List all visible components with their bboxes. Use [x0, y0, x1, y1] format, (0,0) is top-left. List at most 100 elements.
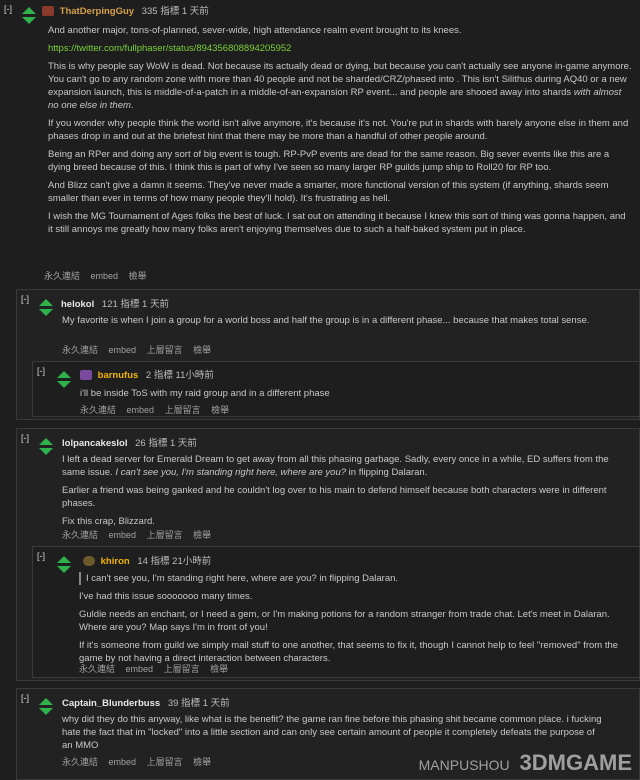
- parent-link[interactable]: 上層留言: [147, 530, 183, 540]
- embed-link[interactable]: embed: [91, 271, 119, 281]
- paragraph: If it's someone from guild we simply mai…: [79, 640, 619, 664]
- downvote-icon[interactable]: [57, 381, 71, 388]
- comment-actions: 永久連結 embed 上層留言 檢舉: [62, 344, 219, 357]
- comment-body: My favorite is when I join a group for a…: [62, 314, 622, 332]
- embed-link[interactable]: embed: [109, 757, 137, 767]
- paragraph: Guldie needs an enchant, or I need a gem…: [79, 609, 610, 633]
- comment-header: khiron 14 指標 21小時前: [83, 555, 211, 568]
- paragraph: I've had this issue sooooooo many times.: [79, 591, 253, 602]
- paragraph: And another major, tons-of-planned, seve…: [48, 25, 462, 36]
- author-link[interactable]: lolpancakeslol: [62, 438, 127, 449]
- vote-controls: [39, 299, 53, 319]
- user-flair-icon: [80, 370, 92, 381]
- collapse-toggle[interactable]: [-]: [4, 3, 12, 16]
- permalink-link[interactable]: 永久連結: [62, 345, 98, 355]
- points: 14 指標: [137, 556, 170, 567]
- report-link[interactable]: 檢舉: [193, 345, 211, 355]
- timestamp: 1 天前: [181, 6, 209, 17]
- downvote-icon[interactable]: [22, 17, 36, 24]
- collapse-toggle[interactable]: [-]: [21, 692, 29, 705]
- tweet-link[interactable]: https://twitter.com/fullphaser/status/89…: [48, 43, 291, 54]
- upvote-icon[interactable]: [57, 556, 71, 563]
- parent-link[interactable]: 上層留言: [165, 405, 201, 415]
- upvote-icon[interactable]: [22, 7, 36, 14]
- parent-link[interactable]: 上層留言: [164, 664, 200, 674]
- report-link[interactable]: 檢舉: [210, 664, 228, 674]
- blockquote: I can't see you, I'm standing right here…: [79, 572, 631, 585]
- timestamp: 1 天前: [169, 438, 197, 449]
- author-link[interactable]: Captain_Blunderbuss: [62, 698, 160, 709]
- permalink-link[interactable]: 永久連結: [62, 757, 98, 767]
- timestamp: 21小時前: [172, 556, 212, 567]
- comment-header: Captain_Blunderbuss 39 指標 1 天前: [62, 697, 230, 710]
- user-flair-icon: [83, 556, 95, 567]
- embed-link[interactable]: embed: [109, 530, 137, 540]
- downvote-icon[interactable]: [39, 309, 53, 316]
- paragraph: i'll be inside ToS with my raid group an…: [80, 388, 330, 399]
- permalink-link[interactable]: 永久連結: [80, 405, 116, 415]
- embed-link[interactable]: embed: [109, 345, 137, 355]
- collapse-toggle[interactable]: [-]: [21, 432, 29, 445]
- upvote-icon[interactable]: [39, 299, 53, 306]
- downvote-icon[interactable]: [39, 708, 53, 715]
- embed-link[interactable]: embed: [127, 405, 155, 415]
- permalink-link[interactable]: 永久連結: [62, 530, 98, 540]
- author-link[interactable]: barnufus: [98, 370, 139, 381]
- vote-controls: [57, 556, 71, 576]
- report-link[interactable]: 檢舉: [129, 271, 147, 281]
- vote-controls: [39, 438, 53, 458]
- comment-body: And another major, tons-of-planned, seve…: [48, 24, 632, 241]
- vote-controls: [39, 698, 53, 718]
- watermark-brand: 3DMGAME: [519, 750, 632, 775]
- upvote-icon[interactable]: [39, 438, 53, 445]
- comment-header: helokol 121 指標 1 天前: [61, 298, 169, 311]
- comment-actions: 永久連結 embed 上層留言 檢舉: [80, 404, 237, 417]
- timestamp: 1 天前: [202, 698, 230, 709]
- comment-actions: 永久連結 embed 上層留言 檢舉: [62, 756, 219, 769]
- timestamp: 11小時前: [175, 370, 214, 381]
- paragraph: And Blizz can't give a damn it seems. Th…: [48, 180, 609, 204]
- author-link[interactable]: khiron: [101, 556, 130, 567]
- comment-actions: 永久連結 embed 上層留言 檢舉: [79, 663, 236, 676]
- comment-actions: 永久連結 embed 上層留言 檢舉: [62, 529, 219, 542]
- paragraph: why did they do this anyway, like what i…: [62, 714, 602, 751]
- vote-controls: [22, 7, 36, 27]
- author-link[interactable]: ThatDerpingGuy: [60, 6, 134, 17]
- collapse-toggle[interactable]: [-]: [37, 550, 45, 563]
- upvote-icon[interactable]: [39, 698, 53, 705]
- site-watermark: MANPUSHOU 3DMGAME: [418, 752, 632, 774]
- report-link[interactable]: 檢舉: [193, 530, 211, 540]
- comment-thatderpingguy: [-] ThatDerpingGuy 335 指標 1 天前 And anoth…: [0, 0, 640, 285]
- downvote-icon[interactable]: [57, 566, 71, 573]
- permalink-link[interactable]: 永久連結: [79, 664, 115, 674]
- parent-link[interactable]: 上層留言: [147, 757, 183, 767]
- parent-link[interactable]: 上層留言: [147, 345, 183, 355]
- comment-body: i'll be inside ToS with my raid group an…: [80, 387, 620, 405]
- paragraph: I left a dead server for Emerald Dream t…: [62, 454, 609, 478]
- upvote-icon[interactable]: [57, 371, 71, 378]
- comment-body: I can't see you, I'm standing right here…: [79, 572, 631, 670]
- author-link[interactable]: helokol: [61, 299, 94, 310]
- paragraph: Fix this crap, Blizzard.: [62, 516, 155, 527]
- permalink-link[interactable]: 永久連結: [44, 271, 80, 281]
- points: 2 指標: [145, 370, 173, 381]
- comment-body: I left a dead server for Emerald Dream t…: [62, 453, 627, 533]
- report-link[interactable]: 檢舉: [193, 757, 211, 767]
- comment-khiron: [-] khiron 14 指標 21小時前 I can't see you, …: [32, 546, 640, 678]
- downvote-icon[interactable]: [39, 448, 53, 455]
- user-flair-icon: [42, 6, 54, 17]
- collapse-toggle[interactable]: [-]: [37, 365, 45, 378]
- watermark-text: MANPUSHOU: [418, 757, 510, 773]
- report-link[interactable]: 檢舉: [211, 405, 229, 415]
- paragraph: Earlier a friend was being ganked and he…: [62, 485, 607, 509]
- comment-header: lolpancakeslol 26 指標 1 天前: [62, 437, 197, 450]
- points: 39 指標: [167, 698, 201, 709]
- collapse-toggle[interactable]: [-]: [21, 293, 29, 306]
- embed-link[interactable]: embed: [126, 664, 154, 674]
- paragraph: Being an RPer and doing any sort of big …: [48, 149, 610, 173]
- paragraph: If you wonder why people think the world…: [48, 118, 629, 142]
- comment-header: barnufus 2 指標 11小時前: [80, 369, 214, 382]
- points: 335 指標: [141, 6, 180, 17]
- vote-controls: [57, 371, 71, 391]
- points: 26 指標: [135, 438, 168, 449]
